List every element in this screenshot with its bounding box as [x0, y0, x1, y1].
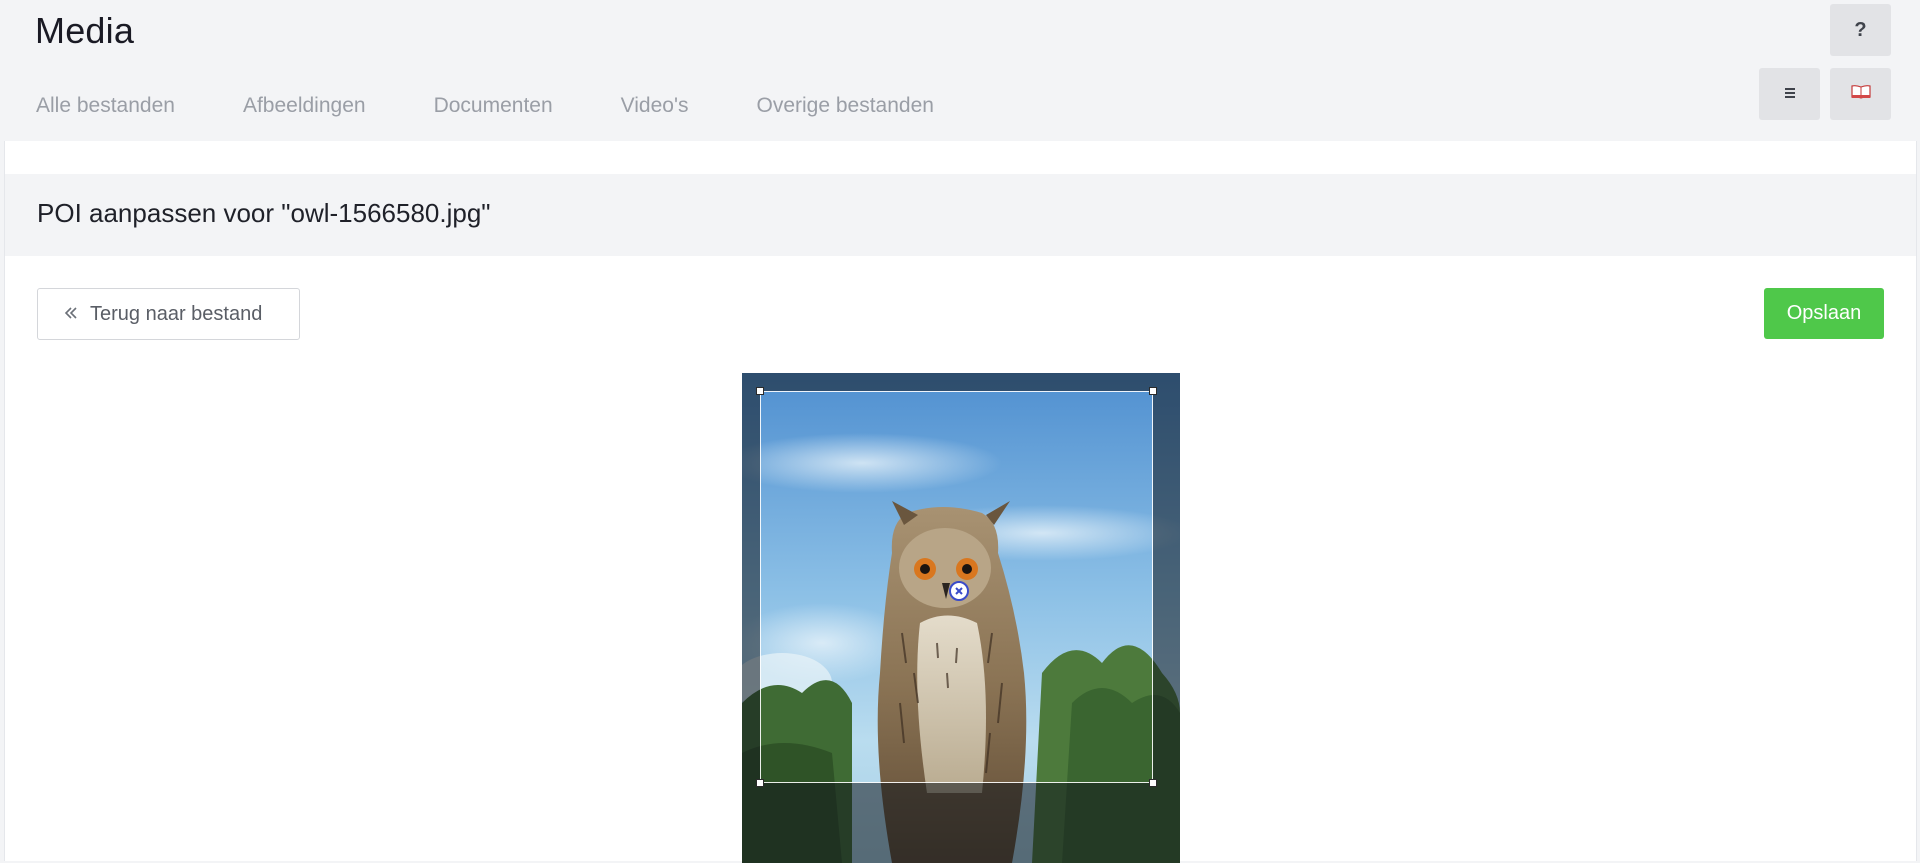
list-icon: [1784, 84, 1796, 105]
save-button[interactable]: Opslaan: [1764, 288, 1884, 339]
section-header: POI aanpassen voor "owl-1566580.jpg": [5, 174, 1916, 256]
list-view-button[interactable]: [1759, 68, 1820, 120]
crop-handle-bottom-left[interactable]: [756, 779, 764, 787]
crop-handle-bottom-right[interactable]: [1149, 779, 1157, 787]
tab-documents[interactable]: Documenten: [434, 94, 553, 118]
crop-mask-right: [1153, 391, 1180, 783]
back-to-file-button[interactable]: Terug naar bestand: [37, 288, 300, 340]
documentation-button[interactable]: [1830, 68, 1891, 120]
top-bar: Media Alle bestanden Afbeeldingen Docume…: [0, 0, 1920, 141]
book-icon: [1850, 84, 1872, 105]
poi-marker[interactable]: [949, 581, 969, 601]
main-panel: POI aanpassen voor "owl-1566580.jpg" Ter…: [4, 141, 1917, 863]
app-title: Media: [35, 10, 135, 51]
double-chevron-left-icon: [64, 303, 78, 326]
help-button[interactable]: ?: [1830, 4, 1891, 56]
poi-image-editor[interactable]: [742, 373, 1180, 863]
tab-images[interactable]: Afbeeldingen: [243, 94, 366, 118]
close-circle-icon: [954, 586, 964, 596]
back-to-file-label: Terug naar bestand: [90, 302, 263, 325]
crop-mask-top: [742, 373, 1180, 391]
crop-mask-left: [742, 391, 760, 783]
crop-handle-top-right[interactable]: [1149, 387, 1157, 395]
crop-mask-bottom: [742, 783, 1180, 863]
crop-handle-top-left[interactable]: [756, 387, 764, 395]
media-tabs: Alle bestanden Afbeeldingen Documenten V…: [36, 94, 1002, 118]
tab-other-files[interactable]: Overige bestanden: [756, 94, 933, 118]
page-title: POI aanpassen voor "owl-1566580.jpg": [37, 198, 491, 228]
tab-videos[interactable]: Video's: [621, 94, 689, 118]
tab-all-files[interactable]: Alle bestanden: [36, 94, 175, 118]
